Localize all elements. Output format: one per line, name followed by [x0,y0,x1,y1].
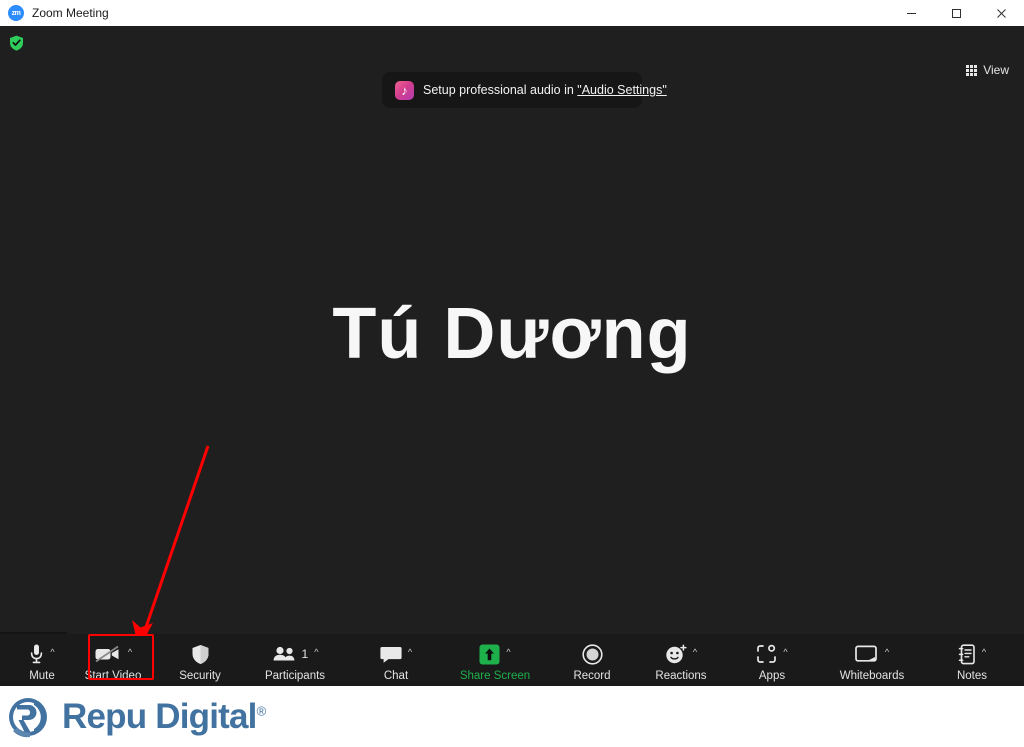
zoom-meeting-window: zm Zoom Meeting View ♪ Setup professiona… [0,0,1024,747]
video-off-icon [94,644,122,664]
toolbar-button-mute[interactable]: ^ Mute [12,638,72,682]
whiteboard-icon [855,645,879,664]
brand-name: Repu Digital® [62,696,267,736]
toolbar-button-reactions[interactable]: ^ Reactions [642,638,720,682]
close-button[interactable] [979,0,1024,26]
toolbar-items: ^ Mute ^ Start Video Security 1 ^ Partic… [12,638,1024,682]
footer-brand-bar: Repu Digital® [0,686,1024,747]
chat-options-caret-icon[interactable]: ^ [408,648,412,657]
minimize-button[interactable] [889,0,934,26]
window-controls [889,0,1024,26]
toolbar-label-mute: Mute [29,670,55,682]
microphone-icon [29,643,44,665]
toolbar-button-notes[interactable]: ^ Notes [940,638,1004,682]
toolbar-button-participants[interactable]: 1 ^ Participants [248,638,342,682]
toolbar-label-start-video: Start Video [84,670,142,682]
toolbar-button-apps[interactable]: ^ Apps [742,638,802,682]
zoom-logo-icon: zm [8,5,24,21]
record-circle-icon [581,643,603,665]
reactions-options-caret-icon[interactable]: ^ [693,648,697,657]
meeting-toolbar: ^ Mute ^ Start Video Security 1 ^ Partic… [0,634,1024,686]
maximize-button[interactable] [934,0,979,26]
apps-options-caret-icon[interactable]: ^ [783,648,787,657]
video-stage: View ♪ Setup professional audio in "Audi… [0,26,1024,686]
reactions-smiley-icon [665,644,687,665]
toolbar-label-notes: Notes [956,670,988,682]
toolbar-button-start-video[interactable]: ^ Start Video [72,638,154,682]
toolbar-button-security[interactable]: Security [166,638,234,682]
whiteboards-options-caret-icon[interactable]: ^ [885,648,889,657]
toolbar-label-security: Security [179,670,221,682]
toolbar-label-apps: Apps [758,670,786,682]
toolbar-button-whiteboards[interactable]: ^ Whiteboards [824,638,920,682]
share-options-caret-icon[interactable]: ^ [506,648,510,657]
toolbar-label-record: Record [573,670,611,682]
chat-bubble-icon [380,645,402,664]
toolbar-button-chat[interactable]: ^ Chat [364,638,428,682]
toolbar-label-chat: Chat [383,670,409,682]
video-options-caret-icon[interactable]: ^ [128,648,132,657]
annotation-arrow-icon [132,445,210,649]
share-screen-icon [479,644,500,665]
shield-icon [191,644,210,665]
title-bar: zm Zoom Meeting [0,0,1024,27]
toolbar-label-share-screen: Share Screen [459,670,531,682]
participants-options-caret-icon[interactable]: ^ [314,648,318,657]
participants-count: 1 [301,647,309,661]
mute-options-caret-icon[interactable]: ^ [50,648,54,657]
toolbar-label-participants: Participants [264,670,326,682]
window-title: Zoom Meeting [32,6,109,20]
toolbar-button-record[interactable]: Record [560,638,624,682]
notes-icon [958,643,976,665]
apps-icon [756,644,777,664]
toolbar-button-share-screen[interactable]: ^ Share Screen [446,638,544,682]
toolbar-label-reactions: Reactions [655,670,707,682]
toolbar-label-whiteboards: Whiteboards [839,670,905,682]
brand-logo: Repu Digital® [4,695,267,739]
registered-trademark-symbol: ® [256,702,267,718]
notes-options-caret-icon[interactable]: ^ [982,648,986,657]
repu-logo-icon [9,697,47,737]
participants-icon [272,645,298,663]
